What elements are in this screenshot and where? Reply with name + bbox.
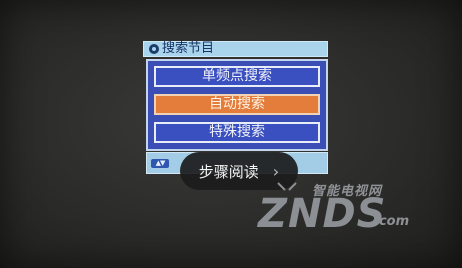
logo-wordmark: ZNDS <box>258 191 387 237</box>
search-menu: 单频点搜索 自动搜索 特殊搜索 <box>146 59 328 151</box>
settings-icon <box>149 44 159 54</box>
panel-title: 搜索节目 <box>162 41 215 56</box>
menu-item-single-frequency-search[interactable]: 单频点搜索 <box>154 66 320 87</box>
chevron-right-icon: › <box>272 161 280 181</box>
znds-watermark-logo: 智能电视网 ZNDS .com <box>258 180 418 240</box>
panel-title-bar: 搜索节目 <box>143 41 328 57</box>
step-reading-label: 步骤阅读 <box>198 162 259 181</box>
logo-domain-suffix: .com <box>374 214 410 229</box>
menu-item-auto-search[interactable]: 自动搜索 <box>154 94 320 115</box>
up-down-arrows-icon: ▲▼ <box>151 159 169 168</box>
menu-item-special-search[interactable]: 特殊搜索 <box>154 122 320 143</box>
